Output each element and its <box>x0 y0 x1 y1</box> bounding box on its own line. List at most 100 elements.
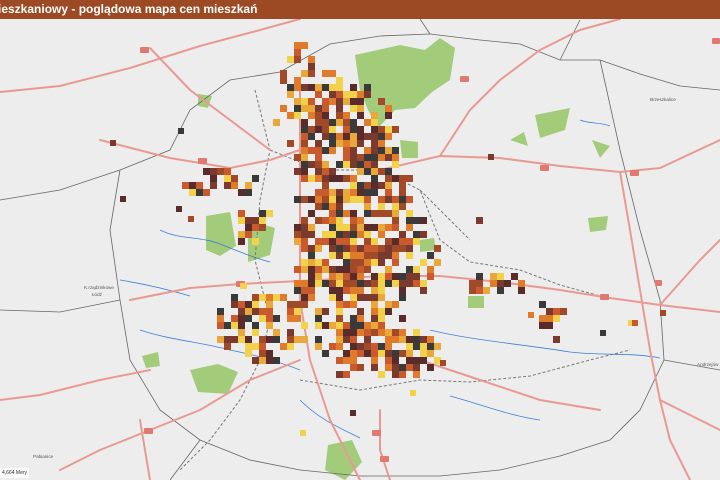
price-cell <box>399 287 406 294</box>
road-shield <box>655 280 662 286</box>
price-cell <box>378 140 385 147</box>
price-cell <box>350 273 357 280</box>
price-cell <box>378 259 385 266</box>
price-cell <box>322 322 329 329</box>
price-cell <box>287 301 294 308</box>
price-cell <box>287 56 294 63</box>
price-cell <box>364 280 371 287</box>
price-cell <box>343 133 350 140</box>
price-cell <box>343 273 350 280</box>
price-cell <box>329 133 336 140</box>
price-cell <box>357 168 364 175</box>
price-cell <box>315 245 322 252</box>
price-cell <box>343 252 350 259</box>
price-cell <box>371 224 378 231</box>
price-cell <box>350 98 357 105</box>
price-cell <box>406 224 413 231</box>
price-cell <box>385 182 392 189</box>
price-cell <box>224 336 231 343</box>
price-cell <box>266 315 273 322</box>
price-cell <box>238 189 245 196</box>
price-cell <box>231 322 238 329</box>
price-cell <box>315 203 322 210</box>
price-cell <box>294 266 301 273</box>
price-cell <box>385 154 392 161</box>
price-cell <box>301 280 308 287</box>
price-cell <box>210 168 217 175</box>
price-cell <box>413 357 420 364</box>
price-cell <box>287 308 294 315</box>
price-cell <box>301 70 308 77</box>
price-cell <box>287 112 294 119</box>
price-cell <box>420 217 427 224</box>
price-cell <box>336 196 343 203</box>
price-cell <box>343 154 350 161</box>
price-cell <box>560 308 567 315</box>
price-cell <box>350 196 357 203</box>
price-cell <box>350 217 357 224</box>
price-cell <box>217 308 224 315</box>
price-cell <box>497 280 504 287</box>
price-cell <box>364 133 371 140</box>
price-cell <box>364 161 371 168</box>
price-cell <box>336 119 343 126</box>
price-cell <box>238 217 245 224</box>
price-cell <box>245 343 252 350</box>
map-svg[interactable]: Brzeszkalice K.rządzinkowe Łódź Andrzejó… <box>0 19 720 480</box>
price-cell <box>350 175 357 182</box>
price-cell <box>308 133 315 140</box>
price-cell <box>329 175 336 182</box>
price-cell <box>385 133 392 140</box>
price-cell <box>231 182 238 189</box>
price-cell <box>357 98 364 105</box>
price-cell <box>259 350 266 357</box>
price-cell <box>301 287 308 294</box>
price-cell <box>343 119 350 126</box>
price-cell <box>336 133 343 140</box>
price-cell <box>364 294 371 301</box>
price-cell <box>385 189 392 196</box>
price-cell <box>315 315 322 322</box>
price-cell <box>392 196 399 203</box>
price-cell <box>364 154 371 161</box>
price-cell <box>385 175 392 182</box>
price-cell <box>231 315 238 322</box>
map-canvas[interactable]: Brzeszkalice K.rządzinkowe Łódź Andrzejó… <box>0 19 720 480</box>
price-cell <box>336 203 343 210</box>
price-cell <box>294 154 301 161</box>
price-cell <box>350 315 357 322</box>
price-cell <box>315 259 322 266</box>
price-cell <box>385 280 392 287</box>
price-cell <box>301 119 308 126</box>
price-cell <box>294 98 301 105</box>
price-cell <box>350 224 357 231</box>
price-cell <box>350 84 357 91</box>
price-cell <box>343 112 350 119</box>
place-label-middle-left-2: Łódź <box>92 292 103 297</box>
price-cell <box>315 322 322 329</box>
price-cell <box>378 343 385 350</box>
price-cell <box>308 273 315 280</box>
price-cell <box>420 336 427 343</box>
price-cell <box>308 84 315 91</box>
price-cell <box>252 238 259 245</box>
price-cell <box>378 287 385 294</box>
price-cell <box>378 280 385 287</box>
price-cell <box>392 175 399 182</box>
price-cell <box>259 357 266 364</box>
price-cell <box>350 238 357 245</box>
price-cell <box>308 147 315 154</box>
price-cell <box>322 175 329 182</box>
price-cell <box>546 322 553 329</box>
price-cell <box>217 168 224 175</box>
price-cell <box>413 364 420 371</box>
price-cell <box>287 343 294 350</box>
road-shield <box>600 294 609 300</box>
price-cell <box>273 315 280 322</box>
price-cell <box>343 238 350 245</box>
price-cell <box>266 308 273 315</box>
price-cell <box>308 231 315 238</box>
price-cell <box>308 112 315 119</box>
price-cell <box>280 77 287 84</box>
price-cell <box>427 273 434 280</box>
